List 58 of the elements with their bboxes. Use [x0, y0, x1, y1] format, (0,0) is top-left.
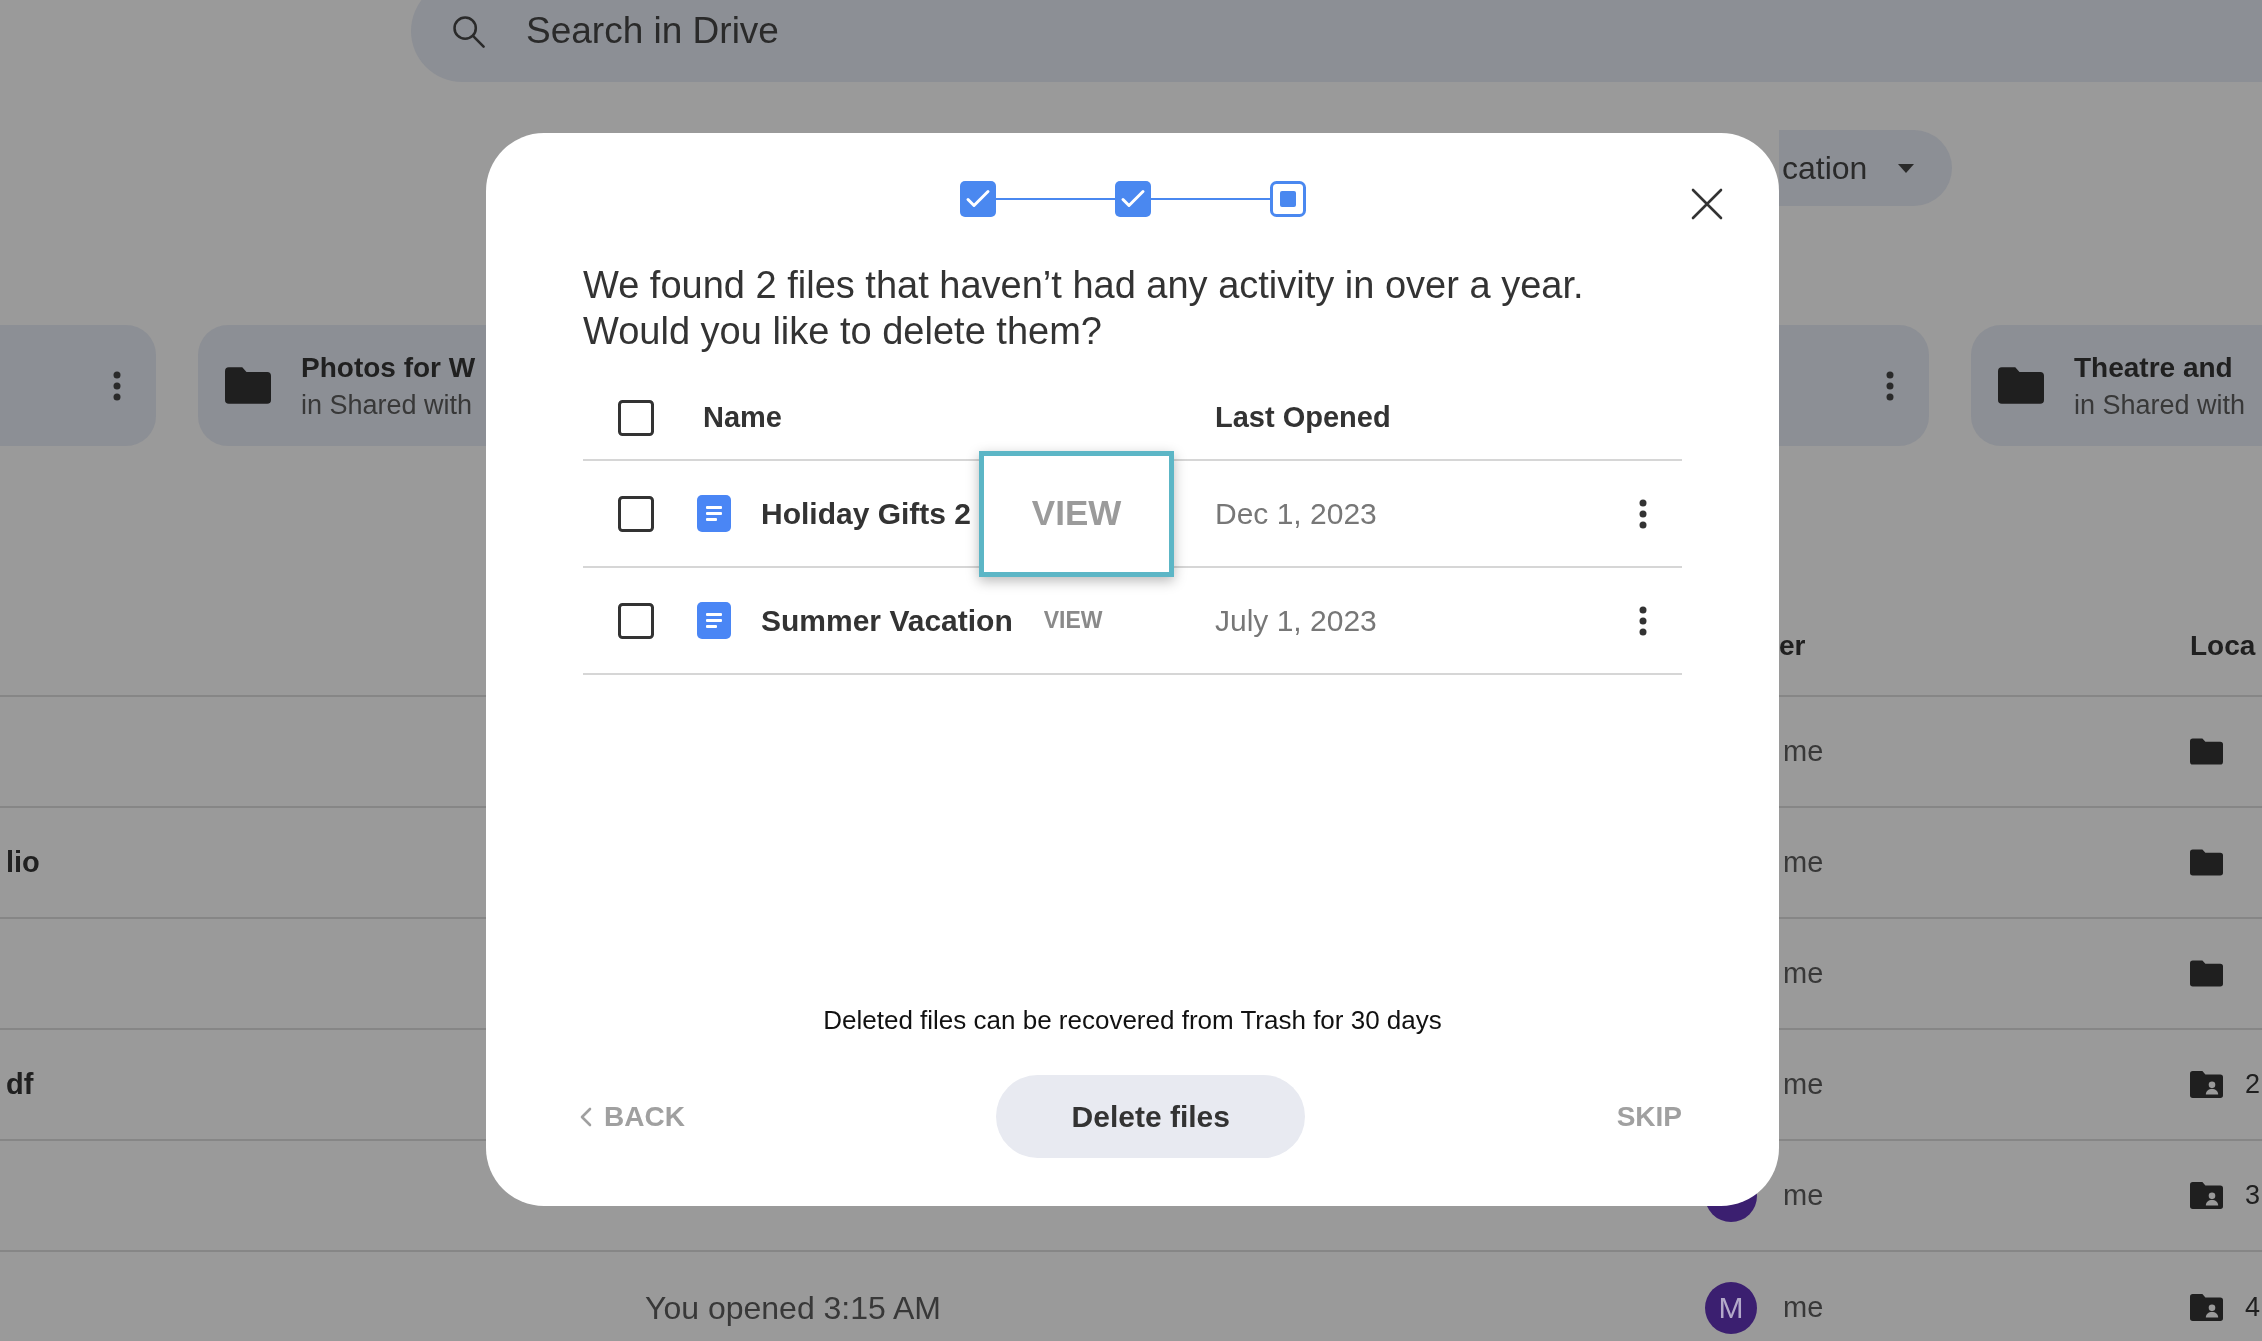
column-header: Loca	[2190, 628, 2256, 663]
column-header: Name	[703, 399, 783, 435]
shared-folder-icon	[2190, 1182, 2223, 1209]
last-opened-date: Dec 1, 2023	[1215, 496, 1378, 532]
owner-text: me	[1783, 1178, 1824, 1211]
folder-icon	[2190, 960, 2223, 987]
folder-icon	[1998, 367, 2044, 404]
last-opened-date: July 1, 2023	[1215, 603, 1378, 639]
row-checkbox[interactable]	[618, 495, 654, 532]
more-options-icon	[1886, 370, 1894, 401]
skip-button[interactable]: SKIP	[1616, 1095, 1682, 1138]
column-header: Last Opened	[1215, 399, 1391, 435]
file-name: Summer Vacation	[761, 603, 1013, 639]
folder-location: in Shared with	[2074, 388, 2246, 422]
owner-text: me	[1783, 734, 1824, 767]
folder-name: Photos for W	[301, 350, 476, 385]
file-name: df	[6, 1067, 34, 1100]
folder-card[interactable]: Photos for W in Shared with	[198, 325, 486, 446]
shared-folder-icon	[2190, 1071, 2223, 1098]
folder-location: in Shared with	[301, 388, 474, 422]
close-button[interactable]	[1691, 188, 1723, 220]
folder-name: Theatre and	[2074, 350, 2234, 385]
owner-text: me	[1783, 1067, 1824, 1100]
chevron-left-icon	[580, 1106, 592, 1127]
delete-files-button[interactable]: Delete files	[996, 1075, 1306, 1158]
more-options-icon	[1639, 498, 1647, 529]
folder-icon	[225, 367, 271, 404]
view-button[interactable]: VIEW	[979, 450, 1175, 577]
more-options-icon	[113, 370, 121, 401]
document-icon	[697, 495, 731, 532]
recovery-note: Deleted files can be recovered from Trash for 30 days	[823, 1005, 1442, 1035]
folder-card[interactable]: Theatre and in Shared with	[1971, 325, 2262, 446]
column-header: er	[1779, 628, 1807, 663]
document-icon	[697, 602, 731, 639]
dialog-heading: We found 2 files that haven’t had any activity in over a year.	[583, 263, 1585, 308]
folder-icon	[2190, 849, 2223, 876]
file-name: Holiday Gifts 2	[761, 496, 972, 532]
view-button[interactable]: VIEW	[1041, 603, 1105, 638]
dropdown-caret-icon	[1898, 163, 1914, 173]
location-text: 2	[2245, 1068, 2261, 1102]
location-text: 4	[2245, 1291, 2261, 1325]
search-icon	[451, 14, 485, 48]
location-text: 3	[2245, 1179, 2261, 1213]
folder-icon	[2190, 738, 2223, 765]
select-all-checkbox[interactable]	[618, 399, 654, 436]
file-name: lio	[6, 845, 40, 878]
owner-text: me	[1783, 1290, 1824, 1323]
filter-chip[interactable]: cation	[1779, 130, 1952, 206]
dialog-heading: Would you like to delete them?	[583, 309, 1103, 354]
owner-text: me	[1783, 956, 1824, 989]
more-options-icon	[1639, 605, 1647, 636]
shared-folder-icon	[2190, 1294, 2223, 1321]
user-avatar: M	[1705, 1281, 1757, 1334]
row-checkbox[interactable]	[618, 602, 654, 639]
back-button[interactable]: BACK	[580, 1095, 685, 1138]
owner-text: me	[1783, 845, 1824, 878]
search-field[interactable]: Search in Drive	[526, 3, 1226, 59]
activity-text: You opened 3:15 AM	[645, 1289, 941, 1326]
